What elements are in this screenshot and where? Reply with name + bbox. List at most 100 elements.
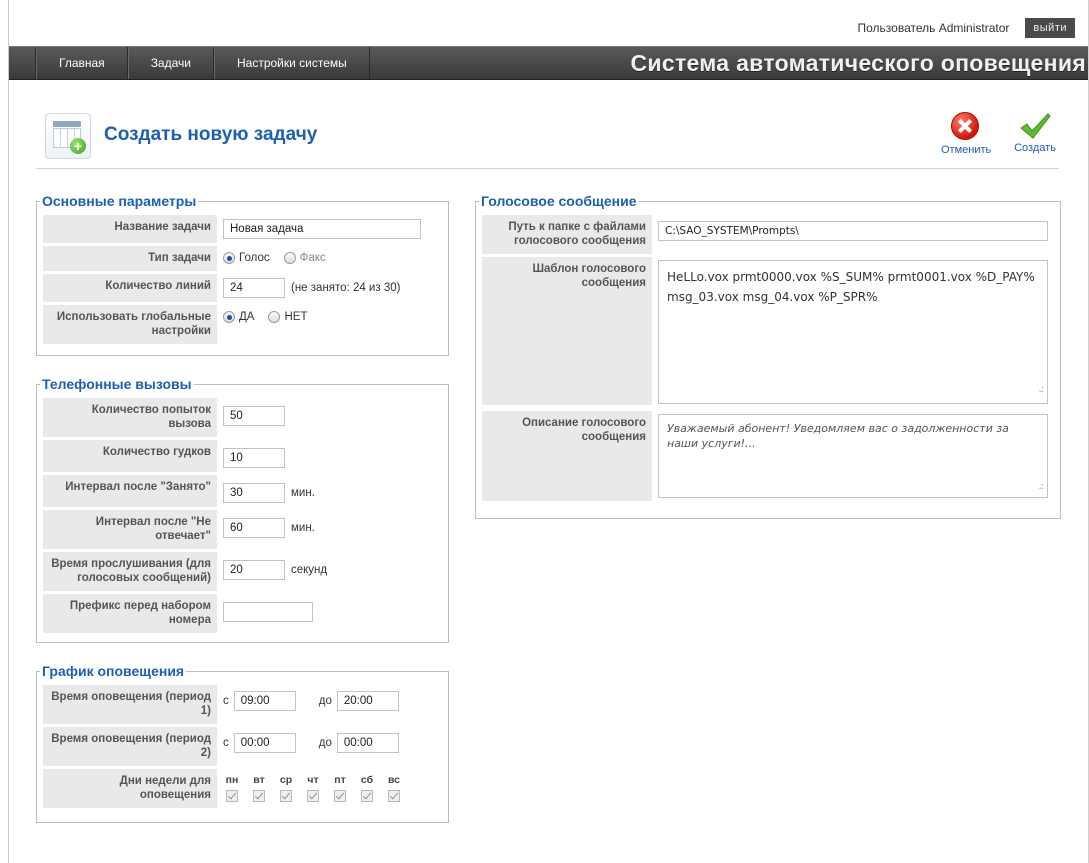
global-no-radio[interactable]: НЕТ [268, 311, 307, 323]
basic-params-section: Основные параметры Название задачи Новая… [36, 193, 449, 356]
listen-time-input[interactable]: 20 [223, 560, 285, 580]
weekdays-label: Дни недели для оповещения [43, 769, 217, 808]
message-description-label: Описание голосового сообщения [482, 411, 652, 501]
cancel-icon [951, 112, 979, 140]
weekday-checkboxes: пн вт ср чт пт сб вс [223, 774, 403, 802]
period1-label: Время оповещения (период 1) [43, 685, 217, 724]
call-attempts-label: Количество попыток вызова [43, 398, 217, 437]
resize-grip-icon[interactable]: .: [1038, 479, 1043, 494]
lines-count-label: Количество линий [43, 274, 217, 302]
busy-interval-unit: мин. [291, 487, 315, 499]
task-type-fax-radio[interactable]: Факс [283, 252, 326, 264]
lines-count-input[interactable]: 24 [223, 278, 285, 298]
checkbox-checked-icon [307, 790, 319, 802]
rings-count-input[interactable]: 10 [223, 448, 285, 468]
task-type-voice-label: Голос [239, 252, 270, 264]
checkbox-checked-icon [334, 790, 346, 802]
resize-grip-icon[interactable]: .: [1038, 380, 1043, 400]
period1-from-input[interactable]: 09:00 [233, 691, 296, 711]
busy-interval-label: Интервал после "Занято" [43, 475, 217, 507]
current-user-label: Пользователь Administrator [857, 21, 1010, 35]
weekday-name: вт [253, 774, 265, 786]
weekday-tue[interactable]: вт [250, 774, 268, 802]
create-label: Создать [1014, 142, 1056, 154]
weekday-wed[interactable]: ср [277, 774, 295, 802]
prompts-path-input[interactable]: C:\SAO_SYSTEM\Prompts\ [658, 221, 1048, 241]
global-settings-label: Использовать глобальные настройки [43, 305, 217, 344]
nav-item-tasks[interactable]: Задачи [127, 47, 214, 79]
weekday-name: сб [360, 774, 374, 786]
message-template-label: Шаблон голосового сообщения [482, 257, 652, 405]
create-button[interactable]: Создать [1011, 112, 1059, 154]
weekday-mon[interactable]: пн [223, 774, 241, 802]
basic-params-legend: Основные параметры [42, 193, 197, 209]
global-no-label: НЕТ [284, 311, 308, 323]
nav-spacer [9, 47, 36, 79]
noanswer-interval-input[interactable]: 60 [223, 518, 285, 538]
period1-to-word: до [318, 695, 332, 707]
checkbox-checked-icon [253, 790, 265, 802]
period2-to-word: до [318, 737, 332, 749]
radio-checked-icon [223, 252, 235, 264]
task-type-label: Тип задачи [43, 246, 217, 271]
task-name-label: Название задачи [43, 215, 217, 243]
checkbox-checked-icon [361, 790, 373, 802]
prompts-path-label: Путь к папке с файлами голосового сообще… [482, 215, 652, 254]
weekday-name: ср [279, 774, 293, 786]
period2-to-input[interactable]: 00:00 [336, 733, 399, 753]
message-description-textarea[interactable]: Уважаемый абонент! Уведомляем вас о задо… [658, 414, 1048, 498]
task-type-fax-label: Факс [299, 252, 326, 264]
checkbox-checked-icon [280, 790, 292, 802]
page-header: + Создать новую задачу Отменить Создать [36, 110, 1059, 169]
nav-item-home[interactable]: Главная [36, 47, 128, 79]
message-template-textarea[interactable]: HeLLo.vox prmt0000.vox %S_SUM% prmt0001.… [658, 260, 1048, 404]
radio-unchecked-icon [283, 252, 296, 264]
cancel-label: Отменить [941, 144, 992, 156]
new-task-calendar-icon: + [45, 113, 91, 159]
page-title: Создать новую задачу [104, 124, 318, 145]
main-nav: Главная Задачи Настройки системы Система… [9, 46, 1088, 80]
dial-prefix-input[interactable] [223, 602, 313, 622]
weekday-name: пт [334, 774, 346, 786]
user-bar: Пользователь Administrator выйти [858, 18, 1075, 38]
phone-calls-legend: Телефонные вызовы [42, 376, 192, 392]
weekday-thu[interactable]: чт [304, 774, 322, 802]
busy-interval-input[interactable]: 30 [223, 483, 285, 503]
cancel-button[interactable]: Отменить [941, 112, 992, 156]
weekday-name: чт [307, 774, 319, 786]
task-name-input[interactable]: Новая задача [223, 219, 421, 239]
message-description-text: Уважаемый абонент! Уведомляем вас о задо… [667, 422, 1009, 450]
weekday-sat[interactable]: сб [358, 774, 376, 802]
call-attempts-input[interactable]: 50 [223, 406, 285, 426]
radio-checked-icon [223, 311, 235, 323]
global-yes-radio[interactable]: ДА [223, 311, 254, 323]
notification-schedule-legend: График оповещения [42, 663, 185, 679]
period2-from-input[interactable]: 00:00 [233, 733, 296, 753]
logout-button[interactable]: выйти [1025, 18, 1075, 38]
weekday-name: пн [225, 774, 239, 786]
noanswer-interval-unit: мин. [291, 522, 315, 534]
task-type-voice-radio[interactable]: Голос [223, 252, 270, 264]
phone-calls-section: Телефонные вызовы Количество попыток выз… [36, 376, 449, 643]
listen-time-label: Время прослушивания (для голосовых сообщ… [43, 552, 217, 591]
radio-unchecked-icon [268, 311, 281, 323]
period1-from-word: с [223, 695, 229, 707]
checkbox-checked-icon [226, 790, 238, 802]
period2-from-word: с [223, 737, 229, 749]
nav-item-system-settings[interactable]: Настройки системы [213, 47, 370, 79]
lines-free-note: (не занято: 24 из 30) [291, 282, 401, 294]
page-left-border [8, 0, 9, 863]
notification-schedule-section: График оповещения Время оповещения (пери… [36, 663, 449, 823]
voice-message-legend: Голосовое сообщение [481, 193, 637, 209]
weekday-fri[interactable]: пт [331, 774, 349, 802]
period2-label: Время оповещения (период 2) [43, 727, 217, 766]
global-yes-label: ДА [239, 311, 255, 323]
rings-count-label: Количество гудков [43, 440, 217, 472]
noanswer-interval-label: Интервал после "Не отвечает" [43, 510, 217, 549]
checkbox-checked-icon [388, 790, 400, 802]
weekday-sun[interactable]: вс [385, 774, 403, 802]
period1-to-input[interactable]: 20:00 [336, 691, 399, 711]
system-title: Система автоматического оповещения [630, 49, 1086, 76]
message-template-text: HeLLo.vox prmt0000.vox %S_SUM% prmt0001.… [667, 270, 1035, 304]
checkmark-icon [1018, 112, 1052, 140]
